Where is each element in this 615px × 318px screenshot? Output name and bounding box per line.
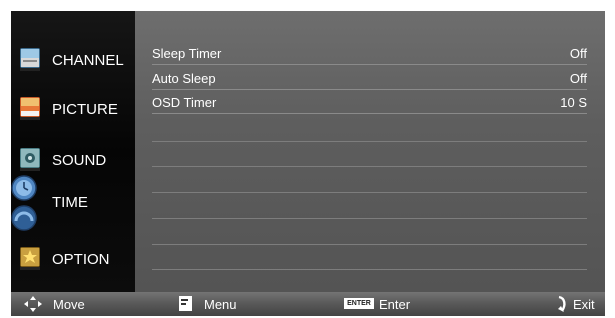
sidebar-item-label: CHANNEL <box>52 52 124 69</box>
sidebar-item-channel[interactable]: CHANNEL <box>11 39 135 83</box>
menu-row-value: 10 S <box>560 95 587 110</box>
hint-menu-label: Menu <box>204 297 237 312</box>
hint-enter-label: Enter <box>379 297 411 312</box>
hint-enter: ENTER Enter <box>344 292 464 316</box>
picture-icon <box>19 95 41 121</box>
hint-move-label: Move <box>53 297 85 312</box>
sidebar-item-time[interactable]: TIME <box>11 175 135 231</box>
menu-row-label: Sleep Timer <box>152 46 222 61</box>
category-sidebar: CHANNEL PICTURE SOUND TIME OPTION <box>11 11 135 292</box>
menu-icon <box>179 296 192 316</box>
sound-icon <box>19 146 41 172</box>
sidebar-item-label: OPTION <box>52 251 110 268</box>
enter-key-icon: ENTER <box>344 298 374 309</box>
channel-icon <box>19 46 41 72</box>
hint-move: Move <box>23 292 123 316</box>
menu-row-label: OSD Timer <box>152 95 217 110</box>
sidebar-item-option[interactable]: OPTION <box>11 238 135 282</box>
menu-row-sleep-timer[interactable]: Sleep Timer Off <box>152 42 587 65</box>
hint-exit: Exit <box>556 292 605 316</box>
settings-panel: Sleep Timer Off Auto Sleep Off OSD Timer… <box>135 11 605 292</box>
sidebar-item-label: SOUND <box>52 152 107 169</box>
exit-icon <box>556 295 568 318</box>
sidebar-item-label: PICTURE <box>52 101 118 118</box>
empty-row-divider <box>152 141 587 142</box>
sidebar-item-picture[interactable]: PICTURE <box>11 88 135 132</box>
empty-row-divider <box>152 192 587 193</box>
empty-row-divider <box>152 244 587 245</box>
four-way-arrows-icon <box>23 295 43 318</box>
menu-row-value: Off <box>569 46 587 61</box>
star-icon <box>19 245 41 271</box>
empty-row-divider <box>152 218 587 219</box>
tv-osd-menu: CHANNEL PICTURE SOUND TIME OPTION Sleep … <box>11 11 605 316</box>
empty-row-divider <box>152 166 587 167</box>
menu-row-label: Auto Sleep <box>152 71 216 86</box>
hint-menu: Menu <box>179 292 279 316</box>
key-hint-bar: Move Menu ENTER Enter Exit <box>11 292 605 316</box>
menu-row-auto-sleep[interactable]: Auto Sleep Off <box>152 67 587 90</box>
clock-icon <box>11 175 37 231</box>
menu-row-value: Off <box>569 71 587 86</box>
sidebar-item-label: TIME <box>52 194 88 211</box>
empty-row-divider <box>152 269 587 270</box>
menu-row-osd-timer[interactable]: OSD Timer 10 S <box>152 91 587 114</box>
hint-exit-label: Exit <box>573 297 595 312</box>
